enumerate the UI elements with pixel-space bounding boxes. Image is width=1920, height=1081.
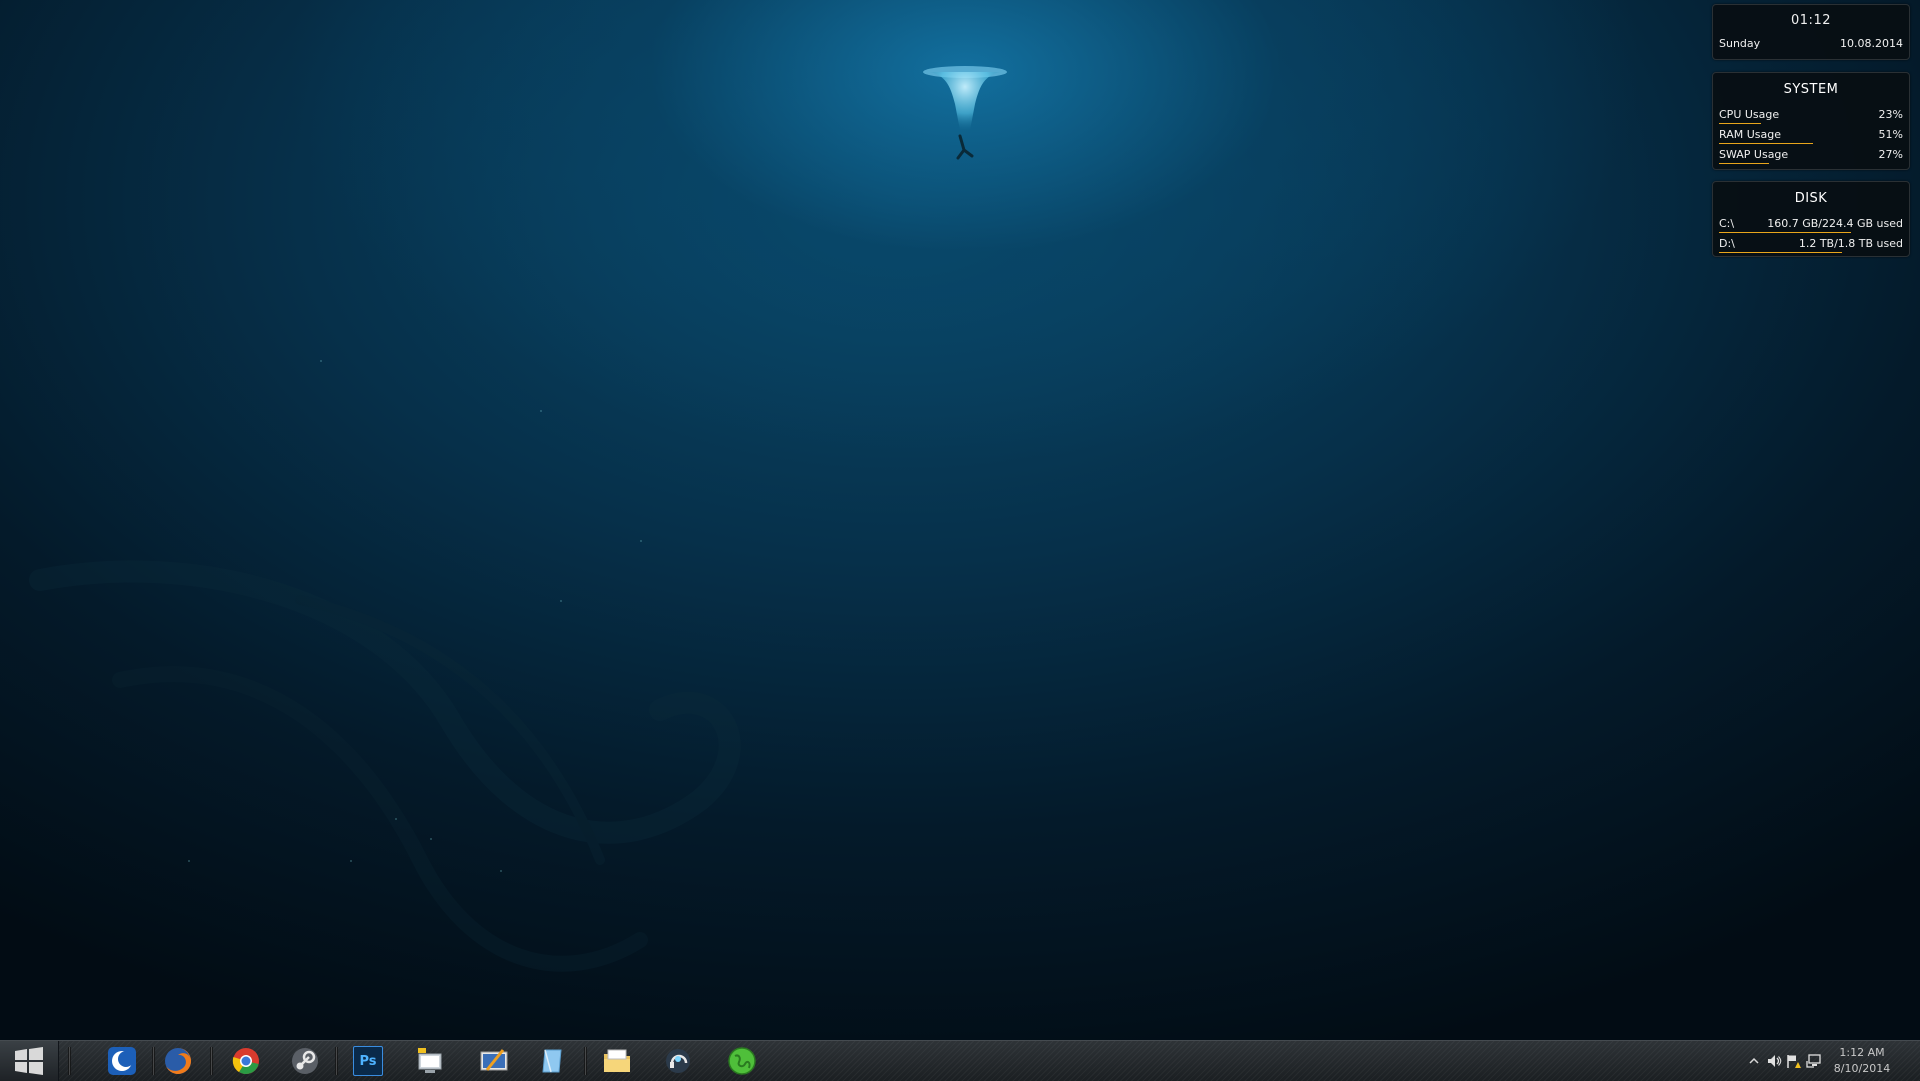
start-button[interactable] — [0, 1041, 59, 1081]
disk-d-bar — [1719, 252, 1843, 253]
crescent-app-icon — [108, 1047, 136, 1075]
notepad-monitor-button[interactable] — [410, 1044, 450, 1078]
cpu-usage-label: CPU Usage — [1719, 108, 1780, 121]
windows-logo-icon — [15, 1047, 43, 1075]
disk-d-label: D:\ — [1719, 237, 1735, 250]
network-icon — [1806, 1054, 1821, 1068]
taskbar-separator — [335, 1047, 338, 1075]
paper-icon — [542, 1049, 562, 1073]
taskbar-clock[interactable]: 1:12 AM 8/10/2014 — [1822, 1045, 1902, 1077]
clock-widget: 01:12 Sunday 10.08.2014 — [1712, 4, 1910, 60]
swap-usage-bar — [1719, 163, 1769, 164]
swap-usage-row: SWAP Usage 27% — [1713, 147, 1909, 167]
volume-button[interactable] — [1766, 1053, 1782, 1069]
cpu-usage-row: CPU Usage 23% — [1713, 107, 1909, 127]
system-widget-title: SYSTEM — [1783, 82, 1839, 97]
taskbar-separator — [68, 1047, 71, 1075]
desktop-wallpaper — [0, 0, 1920, 1040]
firefox-icon — [165, 1048, 191, 1074]
taskbar-separator — [584, 1047, 587, 1075]
cpu-usage-bar — [1719, 123, 1762, 124]
tentacle-silhouette — [29, 560, 741, 972]
disk-widget: DISK C:\ 160.7 GB/224.4 GB used D:\ 1.2 … — [1712, 181, 1910, 257]
pen-tablet-button[interactable] — [474, 1044, 514, 1078]
headset-voice-icon — [666, 1049, 690, 1073]
warning-flag-icon — [1787, 1055, 1801, 1068]
taskbar-separator — [152, 1047, 155, 1075]
file-explorer-icon — [604, 1049, 630, 1072]
photoshop-button[interactable]: Ps — [348, 1044, 388, 1078]
ram-usage-bar — [1719, 143, 1813, 144]
file-explorer-button[interactable] — [597, 1044, 637, 1078]
widget-time: 01:12 — [1791, 13, 1831, 28]
widget-date-row: Sunday 10.08.2014 — [1713, 36, 1909, 56]
pen-tablet-icon — [480, 1049, 508, 1071]
chevron-up-icon — [1749, 1057, 1759, 1064]
green-globe-button[interactable] — [722, 1044, 762, 1078]
system-tray: 1:12 AM 8/10/2014 — [1720, 1041, 1920, 1081]
photoshop-icon: Ps — [353, 1046, 383, 1076]
photoshop-icon-label: Ps — [359, 1053, 377, 1069]
action-center-button[interactable] — [1786, 1053, 1802, 1069]
cpu-usage-value: 23% — [1878, 108, 1903, 121]
firefox-button[interactable] — [158, 1044, 198, 1078]
speaker-icon — [1768, 1055, 1782, 1067]
show-hidden-icons-button[interactable] — [1746, 1053, 1762, 1069]
swap-usage-label: SWAP Usage — [1719, 148, 1789, 161]
disk-d-value: 1.2 TB/1.8 TB used — [1798, 237, 1903, 250]
taskbar: Ps 1:12 AM 8/10/2014 — [0, 1040, 1920, 1081]
taskbar-clock-time: 1:12 AM — [1839, 1046, 1885, 1059]
ram-usage-label: RAM Usage — [1719, 128, 1781, 141]
green-globe-icon — [728, 1047, 756, 1075]
crescent-app-button[interactable] — [102, 1044, 142, 1078]
disk-c-label: C:\ — [1719, 217, 1735, 230]
steam-icon — [292, 1048, 318, 1074]
disk-c-row: C:\ 160.7 GB/224.4 GB used — [1713, 216, 1909, 236]
system-widget: SYSTEM CPU Usage 23% RAM Usage 51% SWAP … — [1712, 72, 1910, 170]
diver-splash-figure — [923, 66, 1007, 160]
disk-widget-title: DISK — [1794, 191, 1828, 206]
steam-button[interactable] — [285, 1044, 325, 1078]
headset-voice-button[interactable] — [658, 1044, 698, 1078]
taskbar-clock-date: 8/10/2014 — [1833, 1062, 1891, 1075]
disk-c-value: 160.7 GB/224.4 GB used — [1767, 217, 1903, 230]
widget-day: Sunday — [1719, 37, 1761, 50]
chrome-button[interactable] — [226, 1044, 266, 1078]
network-button[interactable] — [1806, 1053, 1822, 1069]
disk-c-bar — [1719, 232, 1852, 233]
notepad-monitor-icon — [418, 1048, 442, 1073]
widget-date: 10.08.2014 — [1840, 37, 1903, 50]
swap-usage-value: 27% — [1878, 148, 1903, 161]
ram-usage-value: 51% — [1878, 128, 1903, 141]
ram-usage-row: RAM Usage 51% — [1713, 127, 1909, 147]
paper-app-button[interactable] — [532, 1044, 572, 1078]
disk-d-row: D:\ 1.2 TB/1.8 TB used — [1713, 236, 1909, 256]
taskbar-separator — [210, 1047, 213, 1075]
chrome-icon — [232, 1048, 259, 1075]
